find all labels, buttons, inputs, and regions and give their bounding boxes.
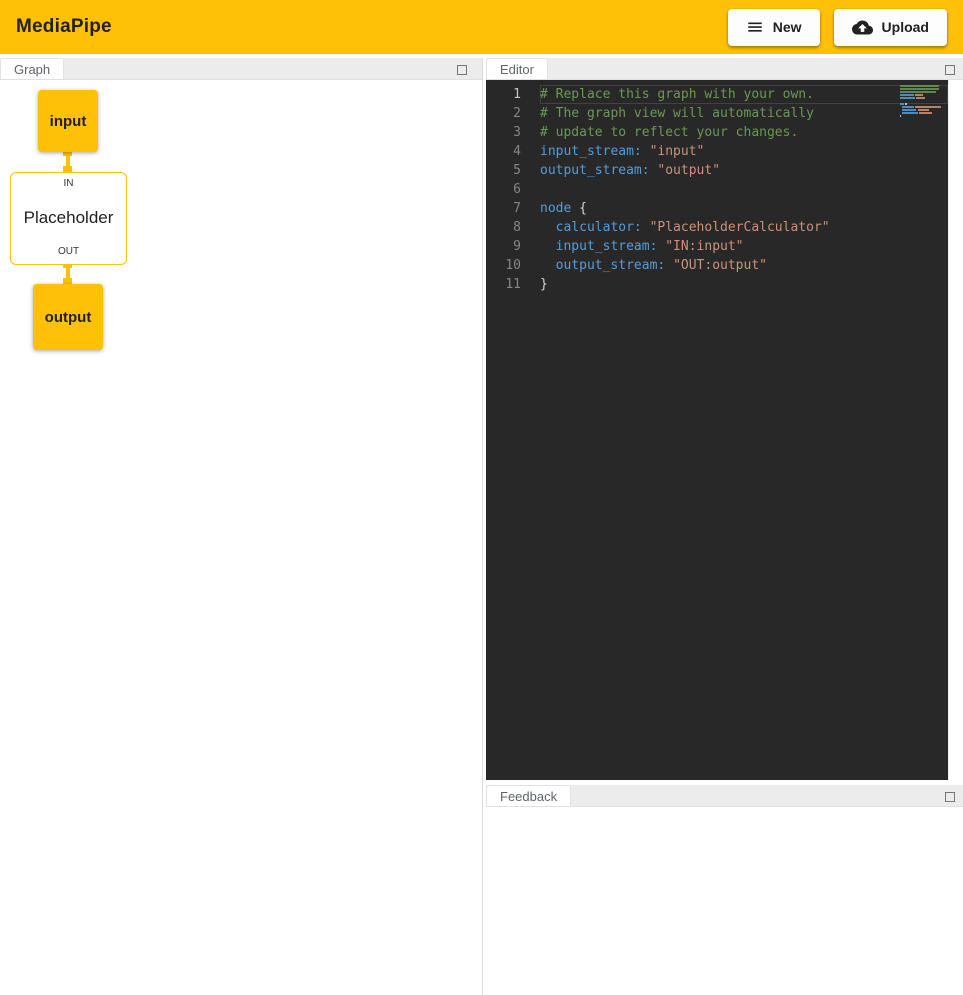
editor-tab-strip: Editor [486, 58, 963, 80]
line-number: 7 [486, 199, 521, 218]
code-line[interactable]: node { [540, 199, 948, 218]
feedback-content [486, 807, 963, 995]
line-number: 9 [486, 237, 521, 256]
code-line[interactable]: # update to reflect your changes. [540, 123, 948, 142]
node-label: input [50, 113, 87, 130]
maximize-icon [945, 792, 955, 802]
feedback-maximize-button[interactable] [945, 790, 958, 803]
graph-node-input[interactable]: input [38, 90, 98, 152]
code-line[interactable]: input_stream: "IN:input" [540, 237, 948, 256]
graph-panel: Graph input IN Placeholder OUT output [0, 58, 483, 995]
line-number: 2 [486, 104, 521, 123]
tab-feedback[interactable]: Feedback [486, 785, 571, 806]
new-button[interactable]: New [728, 9, 820, 46]
editor-maximize-button[interactable] [945, 63, 958, 76]
code-line[interactable]: } [540, 275, 948, 294]
node-label: output [45, 309, 92, 326]
code-editor[interactable]: 1234567891011 # Replace this graph with … [486, 80, 948, 780]
maximize-icon [457, 65, 467, 75]
graph-tab-strip: Graph [0, 58, 482, 80]
cloud-upload-icon [852, 17, 873, 38]
tab-editor[interactable]: Editor [486, 58, 548, 79]
line-number: 11 [486, 275, 521, 294]
app-title: MediaPipe [16, 16, 112, 38]
code-line[interactable]: # Replace this graph with your own. [540, 85, 948, 104]
line-number: 5 [486, 161, 521, 180]
node-label: Placeholder [24, 208, 114, 228]
graph-node-output[interactable]: output [33, 284, 103, 350]
graph-node-placeholder[interactable]: IN Placeholder OUT [10, 172, 127, 265]
new-button-label: New [773, 19, 802, 35]
graph-maximize-button[interactable] [457, 63, 470, 76]
line-number: 4 [486, 142, 521, 161]
upload-button-label: Upload [882, 19, 929, 35]
graph-canvas[interactable]: input IN Placeholder OUT output [0, 80, 482, 995]
app-header: MediaPipe New Upload [0, 0, 963, 54]
out-port-label: OUT [58, 246, 79, 257]
editor-minimap[interactable] [900, 85, 944, 118]
code-line[interactable] [540, 180, 948, 199]
code-line[interactable]: output_stream: "output" [540, 161, 948, 180]
line-numbers: 1234567891011 [486, 85, 534, 780]
line-number: 6 [486, 180, 521, 199]
editor-scrollbar[interactable] [948, 80, 963, 780]
code-line[interactable]: # The graph view will automatically [540, 104, 948, 123]
code-line[interactable]: calculator: "PlaceholderCalculator" [540, 218, 948, 237]
code-lines[interactable]: # Replace this graph with your own.# The… [534, 85, 948, 780]
line-number: 1 [486, 85, 521, 104]
maximize-icon [945, 65, 955, 75]
header-actions: New Upload [728, 9, 947, 46]
code-line[interactable]: input_stream: "input" [540, 142, 948, 161]
menu-icon [746, 18, 764, 36]
upload-button[interactable]: Upload [834, 9, 947, 46]
in-port-label: IN [64, 178, 74, 189]
tab-graph[interactable]: Graph [0, 58, 64, 79]
feedback-tab-strip: Feedback [486, 785, 963, 807]
line-number: 8 [486, 218, 521, 237]
line-number: 10 [486, 256, 521, 275]
app-root: MediaPipe New Upload Graph [0, 0, 963, 995]
line-number: 3 [486, 123, 521, 142]
editor-panel: Editor 1234567891011 # Replace this grap… [486, 58, 963, 780]
feedback-panel: Feedback [486, 785, 963, 995]
code-line[interactable]: output_stream: "OUT:output" [540, 256, 948, 275]
